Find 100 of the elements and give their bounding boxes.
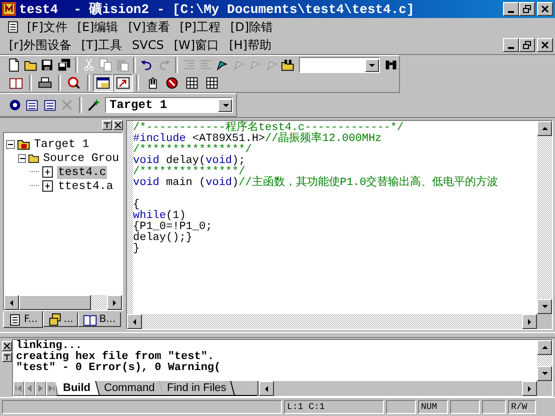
restore-icon	[523, 5, 531, 13]
window-icon[interactable]	[96, 76, 110, 90]
tree-item[interactable]: test4.c	[57, 166, 108, 178]
scroll-right-button[interactable]	[522, 314, 537, 329]
close-button[interactable]	[113, 120, 123, 130]
close-icon	[541, 5, 549, 13]
code-line: delay();}	[133, 233, 194, 244]
stacked-disks-icon[interactable]	[56, 58, 71, 72]
menu-item[interactable]: [H]帮助	[226, 36, 274, 54]
panel-tab[interactable]: F...	[3, 311, 43, 328]
output-line: creating hex file from "test".	[16, 352, 214, 363]
close-icon	[115, 122, 121, 128]
status-panel	[482, 400, 506, 414]
right-arrow-icon	[526, 318, 533, 325]
output-tab[interactable]: Build	[55, 381, 100, 395]
menu-item[interactable]: [E]编辑	[74, 18, 122, 36]
menu-item[interactable]: [F]文件	[24, 18, 70, 36]
minimize-button[interactable]	[503, 2, 519, 16]
document-icon[interactable]	[6, 20, 20, 34]
close-button[interactable]	[2, 341, 12, 351]
menu-item[interactable]: [P]工程	[176, 18, 224, 36]
target-dropdown[interactable]: Target 1	[105, 97, 234, 113]
menu-item[interactable]: [D]除错	[227, 18, 276, 36]
cursor-position: L:1 C:1	[284, 400, 384, 414]
tree-item[interactable]: ttest4.a	[57, 180, 114, 192]
first-tab-arrow-icon	[15, 385, 22, 392]
restore-button[interactable]	[519, 2, 535, 16]
scroll-right-button[interactable]	[522, 381, 537, 396]
grid-icon[interactable]	[205, 76, 219, 90]
file-icon	[41, 179, 55, 193]
undo-icon[interactable]	[140, 58, 154, 72]
pin-button[interactable]	[2, 352, 12, 362]
right-tab-arrow-icon	[37, 385, 44, 392]
dropdown-arrow-icon	[368, 62, 376, 68]
search-dropdown[interactable]	[299, 57, 380, 73]
book-icon[interactable]	[9, 76, 23, 90]
tree-item[interactable]: Target 1	[33, 138, 90, 150]
tab-scroll-button[interactable]	[46, 381, 57, 396]
menu-item[interactable]: SVCS	[129, 38, 167, 52]
restore-icon	[523, 41, 531, 49]
close-icon	[4, 343, 10, 349]
magnifier-icon[interactable]	[67, 76, 81, 90]
wand-icon[interactable]	[86, 98, 101, 112]
scroll-left-button[interactable]	[259, 381, 274, 396]
right-arrow-icon	[526, 385, 533, 392]
minimize-button[interactable]	[503, 38, 519, 52]
menu-item[interactable]: [W]窗口	[170, 36, 222, 54]
right-arrow-icon	[111, 299, 118, 306]
panel-tab[interactable]: ...	[42, 312, 78, 327]
tab-scroll-button[interactable]	[35, 381, 46, 396]
tab-scroll-button[interactable]	[13, 381, 24, 396]
collapse-toggle[interactable]	[6, 140, 15, 148]
new-file-icon[interactable]	[7, 58, 22, 72]
stop-icon[interactable]	[165, 76, 179, 90]
scroll-left-button[interactable]	[4, 295, 19, 310]
document-icon	[8, 312, 22, 326]
dropdown-arrow-icon	[222, 102, 229, 108]
tab-scroll-button[interactable]	[24, 381, 35, 396]
close-button[interactable]	[537, 2, 553, 16]
code-line: #include <AT89X51.H>//晶振频率12.000MHz	[133, 134, 383, 145]
status-panel	[450, 400, 480, 414]
folder-icon[interactable]	[24, 58, 38, 72]
scroll-up-button[interactable]	[537, 121, 552, 136]
output-line: linking...	[16, 341, 82, 352]
scroll-down-button[interactable]	[537, 366, 552, 381]
output-tab[interactable]: Find in Files	[159, 381, 236, 395]
scroll-left-button[interactable]	[127, 314, 142, 329]
collapse-toggle[interactable]	[18, 154, 26, 162]
scroll-right-button[interactable]	[107, 295, 122, 310]
pin-icon	[104, 122, 110, 128]
target-icon	[17, 137, 31, 151]
left-tab-arrow-icon	[26, 385, 33, 392]
find-in-files-icon[interactable]	[281, 58, 296, 72]
close-button[interactable]	[537, 38, 553, 52]
stacked-cards-icon	[48, 312, 62, 326]
down-arrow-icon	[541, 370, 548, 377]
close-icon	[541, 41, 549, 49]
menu-item[interactable]: [T]工具	[78, 36, 125, 54]
pin-button[interactable]	[102, 120, 112, 130]
scrollbar-thumb[interactable]	[19, 295, 91, 310]
menu-item[interactable]: [V]查看	[125, 18, 173, 36]
tree-item[interactable]: Source Grou	[42, 152, 120, 164]
panel-tab[interactable]: B...	[78, 312, 121, 327]
restore-button[interactable]	[519, 38, 535, 52]
up-arrow-icon	[541, 125, 548, 132]
grid-icon[interactable]	[185, 76, 199, 90]
scroll-up-button[interactable]	[537, 340, 552, 355]
minus-icon	[8, 142, 13, 146]
code-line: void delay(void);	[133, 156, 246, 167]
down-arrow-icon	[541, 303, 548, 310]
left-arrow-icon	[131, 318, 138, 325]
left-arrow-icon	[8, 299, 15, 306]
read-write-indicator: R/W	[508, 400, 536, 414]
scroll-down-button[interactable]	[537, 299, 552, 314]
output-tab[interactable]: Command	[96, 381, 164, 395]
menu-item[interactable]: [r]外围设备	[6, 36, 74, 54]
binoculars-icon[interactable]	[384, 58, 398, 72]
app-icon	[2, 2, 16, 16]
printer-icon[interactable]	[38, 76, 52, 90]
status-panel	[386, 400, 416, 414]
